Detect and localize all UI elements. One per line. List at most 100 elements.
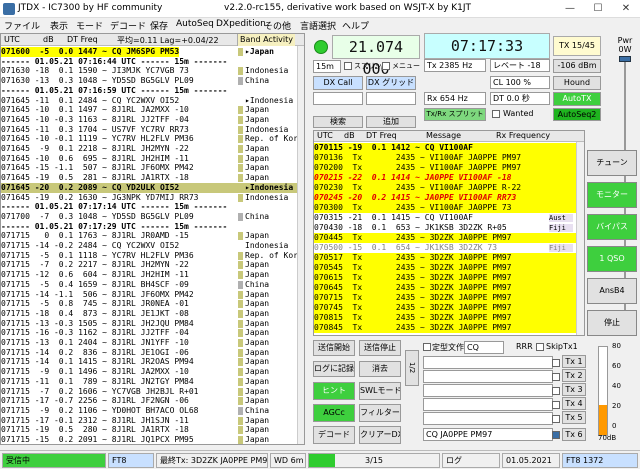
minimize-icon[interactable]: — xyxy=(556,0,584,18)
decode-row[interactable]: 071600 -5 0.0 1447 ~ CQ JM6SPG PM53 ▸Japa… xyxy=(1,47,304,57)
decode-row[interactable]: 071715 -5 0.1 1118 ~ YC7RV HL2FLV PM36 Re… xyxy=(1,251,304,261)
decode-row[interactable]: 071645 -10 -0.1 1119 ~ YC7RV HL2FLV PM36… xyxy=(1,134,304,144)
decode-row[interactable]: 071715 -9 0.1 1496 ~ 8J1RL JA2MXX -10 Jap… xyxy=(1,367,304,377)
rx-row[interactable]: 070645 Tx 2435 ~ 3D2ZK JA0PPE PM97 xyxy=(314,283,576,293)
decode-row[interactable]: 071715 -5 0.8 745 ~ 8J1RL JR0NEA -01 Japa… xyxy=(1,299,304,309)
rx-row[interactable]: 070745 Tx 2435 ~ 3D2ZK JA0PPE PM97 xyxy=(314,303,576,313)
monitor-button[interactable]: モニター xyxy=(587,182,637,208)
ans-b4-button[interactable]: AnsB4 xyxy=(587,278,637,304)
decode-row[interactable]: 071715 -17 -0.1 2312 ~ 8J1RL JH1SJN -11 J… xyxy=(1,416,304,426)
rx-row[interactable]: 070715 Tx 2435 ~ 3D2ZK JA0PPE PM97 xyxy=(314,293,576,303)
decode-row[interactable]: 071715 -13 0.1 2404 ~ 8J1RL JN1YFF -10 Ja… xyxy=(1,338,304,348)
decode-row[interactable]: 071715 -19 0.5 280 ~ 8J1RL JA1RTX -18 Jap… xyxy=(1,425,304,435)
menu-dxpedition[interactable]: DXpedition xyxy=(216,19,266,29)
decode-row[interactable]: 071715 -18 0.4 873 ~ 8J1RL JE1JKT -08 Jap… xyxy=(1,309,304,319)
tx6-button[interactable]: Tx 6 xyxy=(562,428,586,441)
tx5-button[interactable]: Tx 5 xyxy=(562,411,586,424)
decode-row[interactable]: 071715 -11 0.1 789 ~ 8J1RL JN2TGY PM84 Ja… xyxy=(1,377,304,387)
menu-save[interactable]: 保存 xyxy=(150,19,168,32)
decode-row[interactable]: 071645 -11 0.1 2484 ~ CQ YC2WXV OI52 ▸Ind… xyxy=(1,96,304,106)
dx-grid-button[interactable]: DX グリッド xyxy=(366,76,416,90)
message-tab-1-2[interactable]: 1/2 xyxy=(405,350,419,386)
stop-button[interactable]: 停止 xyxy=(587,310,637,336)
tx1-button[interactable]: Tx 1 xyxy=(562,355,586,368)
rx-row[interactable]: 070615 Tx 2435 ~ 3D2ZK JA0PPE PM97 xyxy=(314,273,576,283)
rx-frequency-scrollbar[interactable] xyxy=(576,142,584,335)
maximize-icon[interactable]: ☐ xyxy=(584,0,612,18)
rx-row[interactable]: 070517 Tx 2435 ~ 3D2ZK JA0PPE PM97 xyxy=(314,253,576,263)
decode-row[interactable]: 071645 -19 0.2 1630 ~ JG3NPK YD7MIJ RR73… xyxy=(1,193,304,203)
menu-view[interactable]: 表示 xyxy=(50,19,68,32)
autotx-button[interactable]: AutoTX xyxy=(553,92,601,106)
menu-other[interactable]: その他 xyxy=(264,19,291,32)
clear-dx-button[interactable]: クリアーDX xyxy=(359,426,401,444)
tx3-message[interactable] xyxy=(423,384,553,397)
tune-button[interactable]: チューン xyxy=(587,150,637,176)
power-slider-handle[interactable] xyxy=(619,56,631,62)
rx-row[interactable]: 070115 -19 0.1 1412 ~ CQ VI100AF xyxy=(314,143,576,153)
tx4-button[interactable]: Tx 4 xyxy=(562,397,586,410)
menu-decode[interactable]: デコード xyxy=(110,19,146,32)
erase-button[interactable]: 消去 xyxy=(359,361,401,377)
tx3-radio[interactable] xyxy=(552,387,560,395)
decode-row[interactable]: 071645 -10 -0.3 1163 ~ 8J1RL JJ2TFF -04 J… xyxy=(1,115,304,125)
tx-frequency-spinbox[interactable]: Tx 2385 Hz xyxy=(424,59,486,72)
decode-row[interactable]: 071715 -16 -0.3 1162 ~ 8J1RL JJ2TFF -04 J… xyxy=(1,328,304,338)
decode-row[interactable]: 071715 -14 -0.2 2484 ~ CQ YC2WXV OI52 Ind… xyxy=(1,241,304,251)
rx-row[interactable]: 070215 -22 0.1 1414 ~ JA0PPE VI100AF -18 xyxy=(314,173,576,183)
tx6-message[interactable]: CQ JA0PPE PM97 xyxy=(423,428,553,441)
tx-period-button[interactable]: TX 15/45 xyxy=(553,36,601,56)
add-button[interactable]: 追加 xyxy=(366,116,416,128)
decode-row[interactable]: 071715 -13 -0.3 1505 ~ 8J1RL JH2JQU PM84… xyxy=(1,319,304,329)
dx-call-button[interactable]: DX Call xyxy=(313,76,363,90)
rx-row[interactable]: 070430 -18 0.1 653 ~ JK1KSB 3D2ZK R+05 Fi… xyxy=(314,223,576,233)
decode-button[interactable]: デコード xyxy=(313,426,355,444)
decode-row[interactable]: 071645 -10 0.1 1497 ~ 8J1RL JA2MXX -10 Ja… xyxy=(1,105,304,115)
tx2-message[interactable] xyxy=(423,370,553,383)
band-activity-scrollbar[interactable] xyxy=(297,46,304,444)
decode-row[interactable]: 071700 -7 0.3 1048 ~ YD5SD BG5GLV PL09 Ch… xyxy=(1,212,304,222)
rx-frequency-pane[interactable]: UTC dB DT Freq Message Rx Frequency 0701… xyxy=(313,130,585,336)
band-activity-pane[interactable]: UTC dB DT Freq 平均=0.11 Lag=+0.04/22 Band… xyxy=(0,33,305,445)
tx1-radio[interactable] xyxy=(552,359,560,367)
search-button[interactable]: 検索 xyxy=(313,116,363,128)
cl-spinbox[interactable]: CL 100 % xyxy=(490,76,550,89)
tx3-button[interactable]: Tx 3 xyxy=(562,383,586,396)
fixed-tx-input[interactable]: CQ xyxy=(464,341,504,354)
rx-row[interactable]: 070200 Tx 2435 ~ VI100AF JA0PPE PM97 xyxy=(314,163,576,173)
tx2-button[interactable]: Tx 2 xyxy=(562,369,586,382)
rx-row[interactable]: 070315 -21 0.1 1415 ~ CQ VI100AF Aust xyxy=(314,213,576,223)
decode-row[interactable]: 071715 -7 0.2 2217 ~ 8J1RL JH2MYN -22 Jap… xyxy=(1,260,304,270)
decode-row[interactable]: 071645 -19 0.5 281 ~ 8J1RL JA1RTX -18 Jap… xyxy=(1,173,304,183)
menu-help[interactable]: ヘルプ xyxy=(342,19,369,32)
autoseq-button[interactable]: AutoSeq2 xyxy=(553,108,601,121)
rx-row[interactable]: 070136 Tx 2435 ~ VI100AF JA0PPE PM97 xyxy=(314,153,576,163)
rx-row[interactable]: 070230 Tx 2435 ~ VI100AF JA0PPE R-22 xyxy=(314,183,576,193)
split-checkbox[interactable] xyxy=(344,62,352,70)
decode-row[interactable]: 071715 -14 -1.1 506 ~ 8J1RL JF6OMX PM42 J… xyxy=(1,290,304,300)
bypass-button[interactable]: バイパス xyxy=(587,214,637,240)
decode-row[interactable]: 071715 -17 -0.7 2256 ~ 8J1RL JF2NGN -06 J… xyxy=(1,396,304,406)
dx-call-input[interactable] xyxy=(313,92,363,105)
decode-row[interactable]: 071715 -14 0.2 836 ~ 8J1RL JE1OGI -06 Jap… xyxy=(1,348,304,358)
band-select[interactable]: 15m xyxy=(313,60,341,73)
wanted-checkbox[interactable] xyxy=(492,110,500,118)
decode-row[interactable]: ------ 01.05.21 07:17:14 UTC ------ 15m … xyxy=(1,202,304,213)
decode-row[interactable]: 071715 -15 0.2 2091 ~ 8J1RL JQ1PCX PM95 J… xyxy=(1,435,304,444)
log-qso-button[interactable]: ログに記録 xyxy=(313,361,355,377)
tx1-message[interactable] xyxy=(423,356,553,369)
decode-row[interactable]: ------ 01.05.21 07:17:29 UTC ------ 15m … xyxy=(1,221,304,232)
decode-row[interactable]: 071645 -20 0.2 2089 ~ CQ YD2ULK OI52 ▸Ind… xyxy=(1,182,304,193)
decode-row[interactable]: 071715 -5 0.4 1659 ~ 8J1RL BH4SCF -09 Chi… xyxy=(1,280,304,290)
rx-row[interactable]: 070245 -20 0.2 1415 ~ JA0PPE VI100AF RR7… xyxy=(314,193,576,203)
skip-tx1-checkbox[interactable] xyxy=(536,343,544,351)
rx-row[interactable]: 070845 Tx 2435 ~ 3D2ZK JA0PPE PM97 xyxy=(314,323,576,333)
filter-button[interactable]: フィルター xyxy=(359,404,401,422)
close-icon[interactable]: ✕ xyxy=(612,0,640,18)
menu-language[interactable]: 言語選択 xyxy=(300,19,336,32)
decode-row[interactable]: ------ 01.05.21 07:16:59 UTC ------ 15m … xyxy=(1,85,304,96)
tx4-message[interactable] xyxy=(423,398,553,411)
report-spinbox[interactable]: レベート -18 xyxy=(490,59,550,72)
rx-frequency-spinbox[interactable]: Rx 654 Hz xyxy=(424,92,486,105)
hint-button[interactable]: ヒント xyxy=(313,382,355,400)
